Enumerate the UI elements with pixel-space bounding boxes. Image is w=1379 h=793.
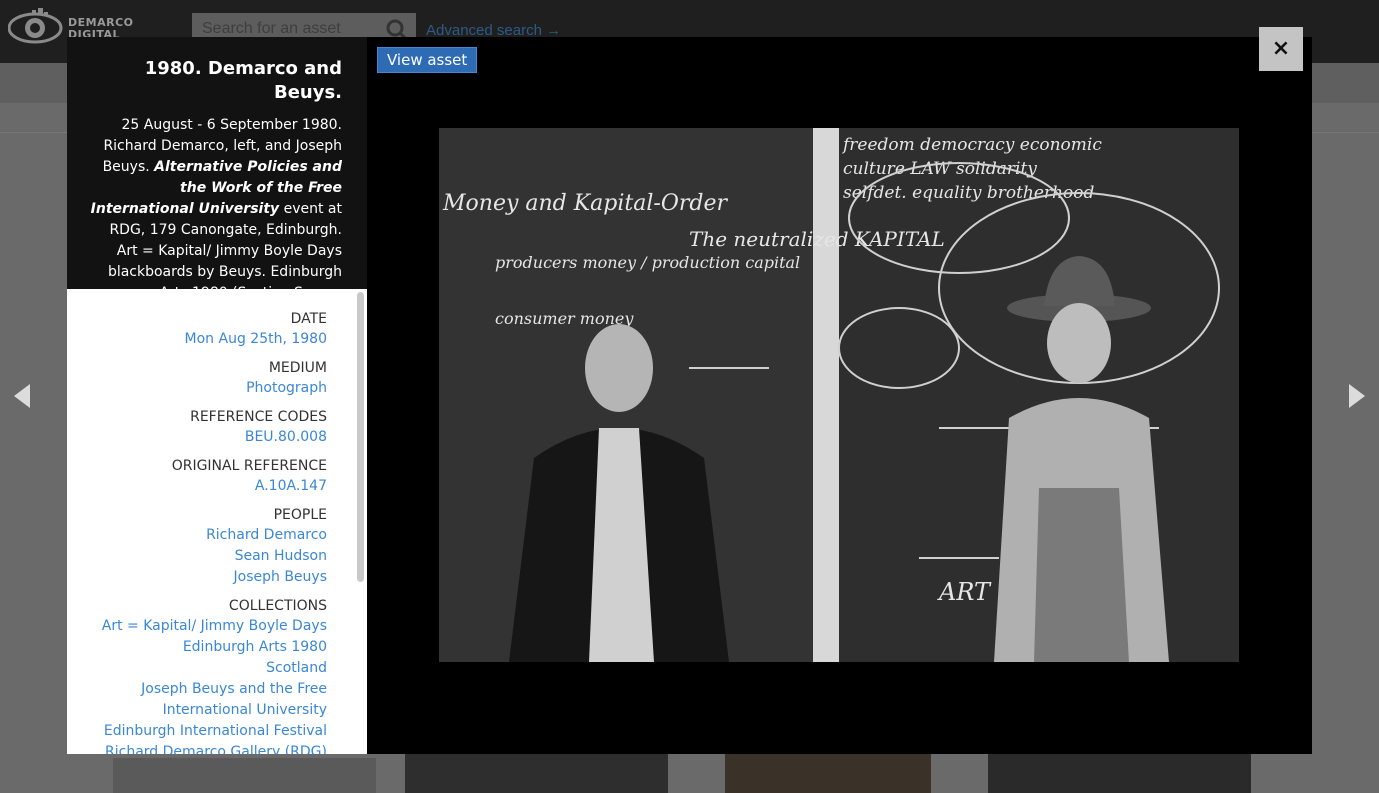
asset-photo[interactable]: Money and Kapital-Order producers money … bbox=[439, 128, 1239, 662]
svg-text:Money and Kapital-Order: Money and Kapital-Order bbox=[442, 191, 728, 216]
view-asset-button[interactable]: View asset bbox=[377, 47, 478, 73]
reference-code-link[interactable]: BEU.80.008 bbox=[77, 427, 327, 448]
previous-arrow-icon[interactable] bbox=[10, 380, 34, 412]
date-label: DATE bbox=[290, 311, 327, 327]
next-arrow-icon[interactable] bbox=[1345, 380, 1369, 412]
svg-text:freedom democracy economic: freedom democracy economic bbox=[841, 135, 1102, 155]
person-link[interactable]: Sean Hudson bbox=[77, 546, 327, 567]
original-reference-link[interactable]: A.10A.147 bbox=[77, 476, 327, 497]
asset-title: 1980. Demarco and Beuys. bbox=[144, 58, 342, 103]
blackboard-photo: Money and Kapital-Order producers money … bbox=[439, 128, 1239, 662]
medium-link[interactable]: Photograph bbox=[77, 378, 327, 399]
date-link[interactable]: Mon Aug 25th, 1980 bbox=[77, 329, 327, 350]
original-reference-label: ORIGINAL REFERENCE bbox=[171, 458, 327, 474]
asset-metadata[interactable]: DATE Mon Aug 25th, 1980 MEDIUM Photograp… bbox=[67, 289, 367, 754]
person-link[interactable]: Richard Demarco bbox=[77, 525, 327, 546]
collection-link[interactable]: Edinburgh Arts 1980 bbox=[77, 637, 327, 658]
person-link[interactable]: Joseph Beuys bbox=[77, 567, 327, 588]
asset-lightbox: 1980. Demarco and Beuys. 25 August - 6 S… bbox=[67, 37, 1312, 754]
people-label: PEOPLE bbox=[273, 507, 327, 523]
svg-text:The neutralized KAPITAL: The neutralized KAPITAL bbox=[689, 227, 945, 251]
background-thumbnail[interactable] bbox=[113, 758, 376, 793]
collection-link[interactable]: Art = Kapital/ Jimmy Boyle Days bbox=[77, 616, 327, 637]
asset-caption-block: 1980. Demarco and Beuys. 25 August - 6 S… bbox=[67, 37, 367, 322]
close-button[interactable]: × bbox=[1259, 27, 1303, 71]
metadata-scrollbar-thumb[interactable] bbox=[357, 292, 364, 582]
collection-link[interactable]: Edinburgh International Festival bbox=[77, 721, 327, 742]
eye-logo-icon bbox=[8, 8, 63, 44]
asset-details-panel: 1980. Demarco and Beuys. 25 August - 6 S… bbox=[67, 37, 367, 754]
collection-link[interactable]: Richard Demarco Gallery (RDG) bbox=[77, 742, 327, 754]
collection-link[interactable]: Joseph Beuys and the Free International … bbox=[77, 679, 327, 721]
reference-codes-label: REFERENCE CODES bbox=[190, 409, 327, 425]
svg-text:producers money / production c: producers money / production capital bbox=[495, 253, 800, 272]
collection-link[interactable]: Scotland bbox=[77, 658, 327, 679]
medium-label: MEDIUM bbox=[268, 360, 327, 376]
collections-label: COLLECTIONS bbox=[228, 598, 327, 614]
